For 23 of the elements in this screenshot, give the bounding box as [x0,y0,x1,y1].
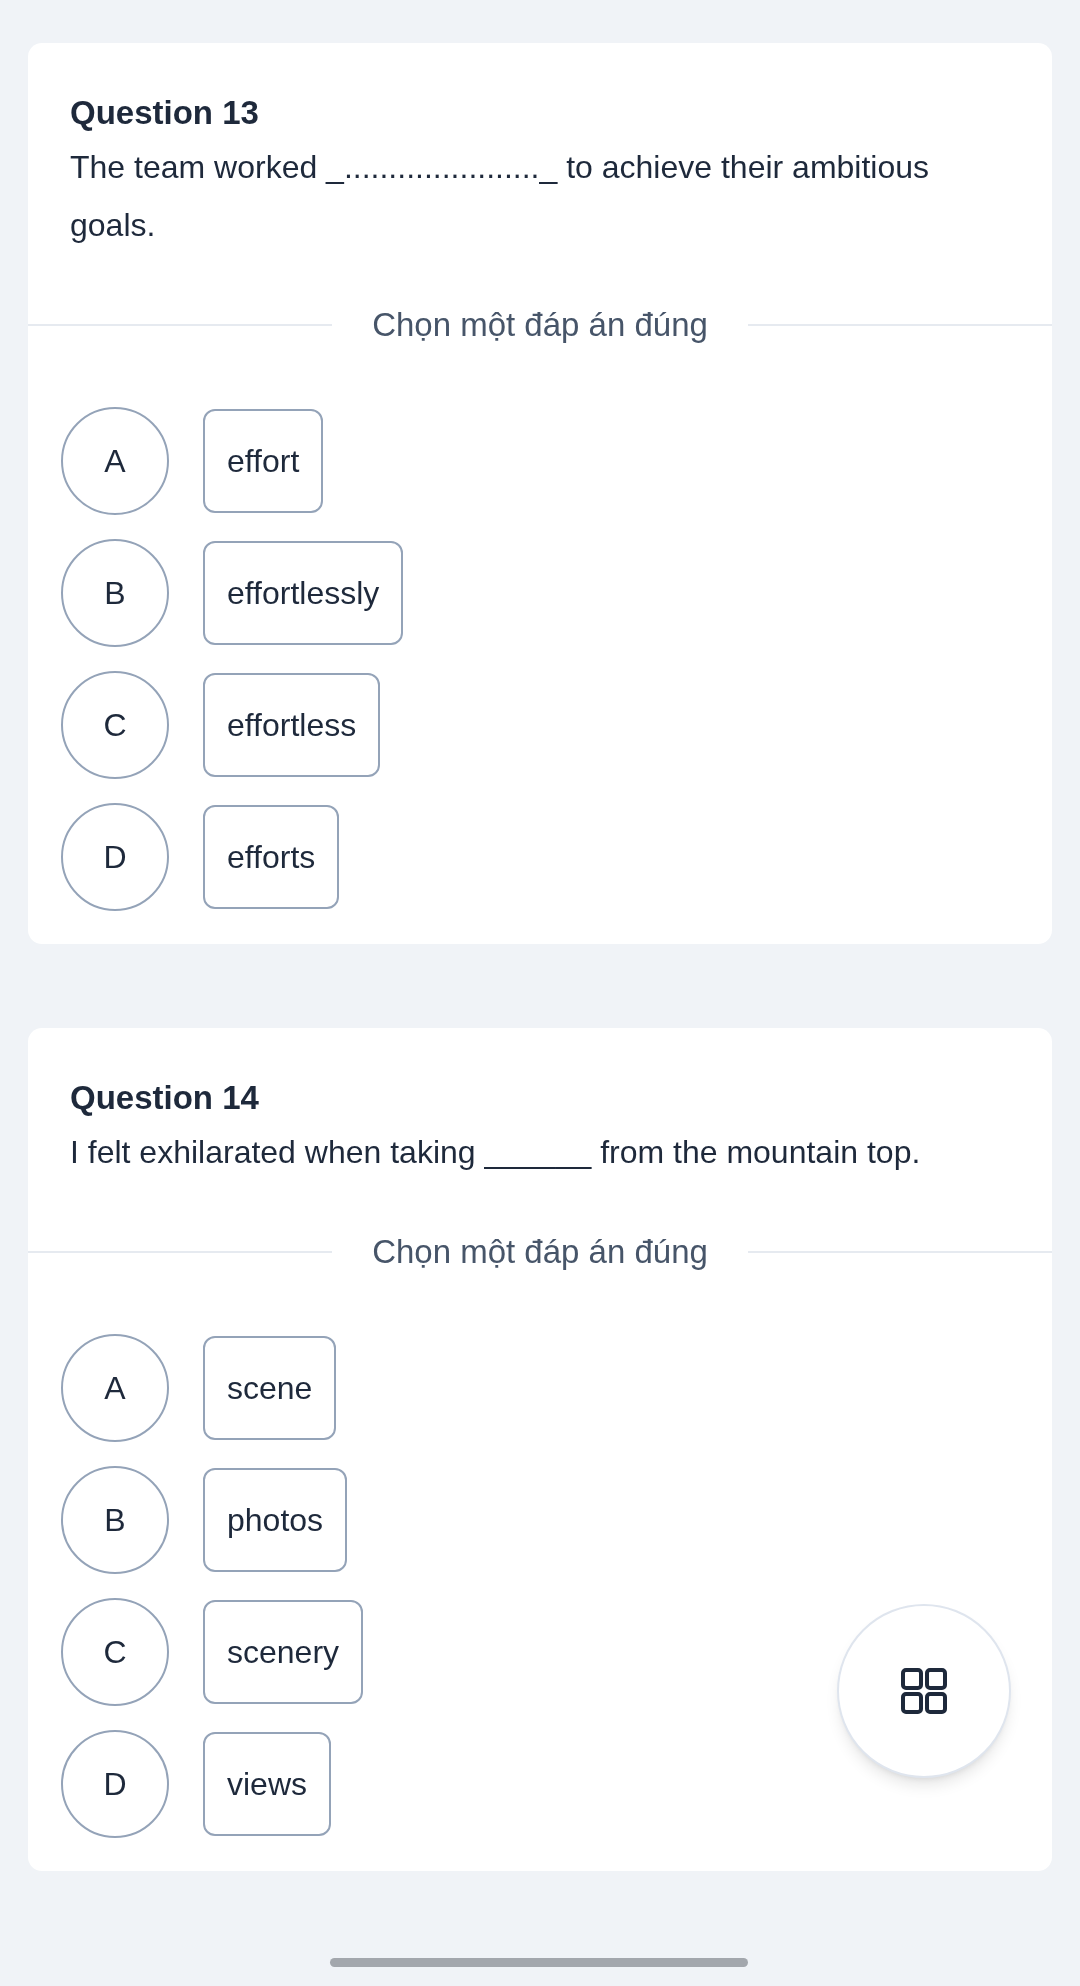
option-answer[interactable]: efforts [203,805,340,909]
option-letter[interactable]: B [61,1466,169,1574]
instruction-label: Chọn một đáp án đúng [372,305,708,345]
option-answer[interactable]: effortlessly [203,541,404,645]
instruction-label: Chọn một đáp án đúng [372,1232,708,1272]
option-answer[interactable]: views [203,1732,331,1836]
option-answer[interactable]: scene [203,1336,337,1440]
option-letter[interactable]: D [61,803,169,911]
option-letter[interactable]: A [61,407,169,515]
question-title: Question 13 [69,93,260,133]
option-answer[interactable]: effort [203,409,324,513]
option-letter[interactable]: C [61,1598,169,1706]
option-letter[interactable]: A [61,1334,169,1442]
question-text: I felt exhilarated when taking ______ from the mountain top. [70,1133,922,1172]
option-letter[interactable]: B [61,539,169,647]
option-answer[interactable]: photos [203,1468,348,1572]
question-text: The team worked _......................_ to achieve their ambitious goals. [70,148,931,245]
option-letter[interactable]: D [61,1730,169,1838]
option-letter[interactable]: C [61,671,169,779]
option-answer[interactable]: scenery [203,1600,364,1704]
option-answer[interactable]: effortless [203,673,381,777]
question-title: Question 14 [69,1078,260,1118]
grid-icon [901,1668,947,1714]
